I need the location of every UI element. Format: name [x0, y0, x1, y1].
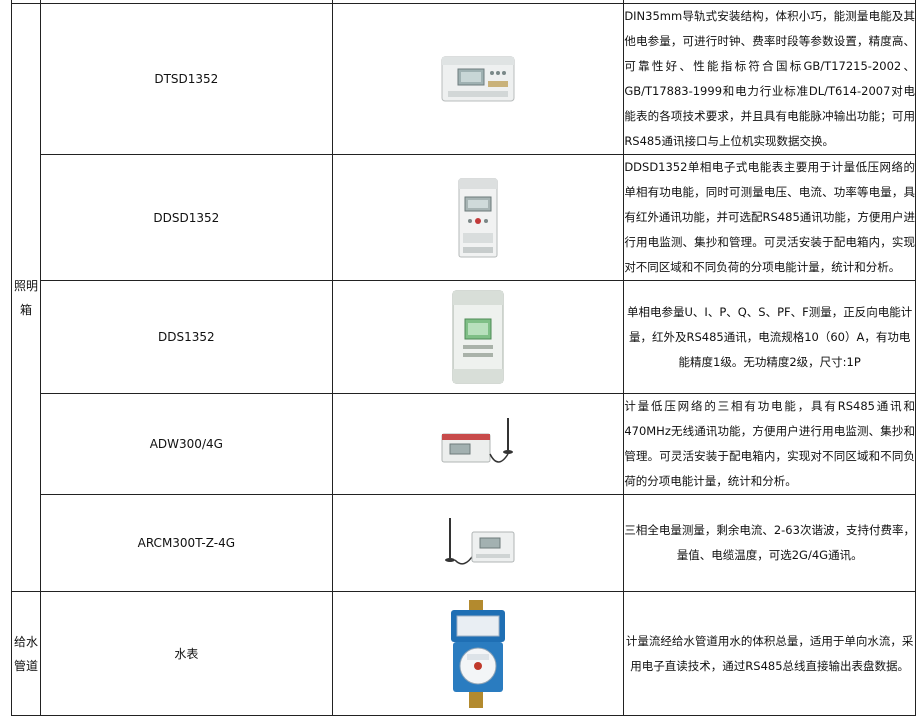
table-row: ARCM300T-Z-4G 三相全电量测量，剩余电流、2-63次谐波，支持付费率… — [12, 494, 916, 592]
table-row: 给水管道 水表 计量流经给水管道用水的体积总量，适用于单向水流，采用电子直读技术… — [11, 591, 916, 716]
description-text: DIN35mm导轨式安装结构，体积小巧，能测量电能及其他电参量，可进行时钟、费率… — [624, 9, 915, 148]
product-image-cell — [331, 280, 625, 394]
description-text: 三相全电量测量，剩余电流、2-63次谐波，支持付费率，量值、电缆温度，可选2G/… — [624, 523, 915, 562]
product-image-cell — [331, 494, 625, 592]
description-text: 计量低压网络的三相有功电能，具有RS485通讯和470MHz无线通讯功能，方便用… — [624, 399, 915, 488]
description-text: DDSD1352单相电子式电能表主要用于计量低压网络的单相有功电能，同时可测量电… — [624, 160, 915, 274]
description-cell: DDSD1352单相电子式电能表主要用于计量低压网络的单相有功电能，同时可测量电… — [623, 154, 916, 281]
model-label: ADW300/4G — [149, 437, 223, 451]
model-cell: DTSD1352 — [40, 3, 333, 155]
product-image-cell — [331, 154, 625, 281]
model-label: DDSD1352 — [153, 210, 220, 225]
description-cell: 计量流经给水管道用水的体积总量，适用于单向水流，采用电子直读技术，通过RS485… — [623, 591, 916, 716]
model-label: DDS1352 — [158, 330, 215, 344]
product-image-cell — [331, 393, 625, 495]
description-cell: 计量低压网络的三相有功电能，具有RS485通讯和470MHz无线通讯功能，方便用… — [623, 393, 916, 495]
category-cell: 照明箱 — [11, 3, 41, 592]
table-row: 照明箱 DTSD1352 DIN35mm导轨式安装结构，体积小巧，能测量电能及其… — [11, 3, 916, 592]
model-cell: ARCM300T-Z-4G — [40, 494, 333, 592]
water-meter-icon — [450, 599, 505, 708]
model-label: ARCM300T-Z-4G — [137, 536, 236, 550]
wireless-meter-with-antenna-icon — [441, 418, 513, 463]
category-label: 照明箱 — [13, 278, 38, 317]
description-cell: 单相电参量U、I、P、Q、S、PF、F测量，正反向电能计量，红外及RS485通讯… — [623, 280, 916, 394]
description-cell: 三相全电量测量，剩余电流、2-63次谐波，支持付费率，量值、电缆温度，可选2G/… — [623, 494, 916, 592]
model-cell: ADW300/4G — [40, 393, 333, 495]
model-label: DTSD1352 — [154, 72, 219, 86]
product-image-cell — [331, 591, 625, 716]
single-phase-din-meter-icon — [458, 178, 498, 257]
category-cell: 给水管道 — [11, 591, 41, 716]
product-image-cell — [331, 3, 625, 155]
category-label: 给水管道 — [13, 634, 38, 673]
model-cell: 水表 — [40, 591, 333, 716]
residual-current-meter-antenna-icon — [444, 518, 515, 565]
table-row: DDS1352 单相电参量U、I、P、Q、S、PF、F测量，正反向电能计量，红外… — [12, 280, 916, 394]
model-label: 水表 — [174, 646, 199, 661]
description-text: 单相电参量U、I、P、Q、S、PF、F测量，正反向电能计量，红外及RS485通讯… — [627, 304, 913, 369]
model-cell: DDSD1352 — [40, 154, 333, 281]
model-cell: DDS1352 — [40, 280, 333, 394]
product-spec-table: 照明箱 DTSD1352 DIN35mm导轨式安装结构，体积小巧，能测量电能及其… — [11, 0, 916, 716]
compact-din-meter-icon — [452, 290, 504, 384]
description-text: 计量流经给水管道用水的体积总量，适用于单向水流，采用电子直读技术，通过RS485… — [625, 633, 914, 673]
three-phase-din-meter-icon — [441, 56, 515, 102]
table-row: ADW300/4G 计量低压网络的三相有功电能，具有RS485通讯和470MHz… — [12, 393, 916, 495]
description-cell: DIN35mm导轨式安装结构，体积小巧，能测量电能及其他电参量，可进行时钟、费率… — [623, 3, 916, 155]
table-row: DDSD1352 DDSD1352单相电子式电能表主要用于计量低压网络的单相有功… — [12, 154, 916, 281]
